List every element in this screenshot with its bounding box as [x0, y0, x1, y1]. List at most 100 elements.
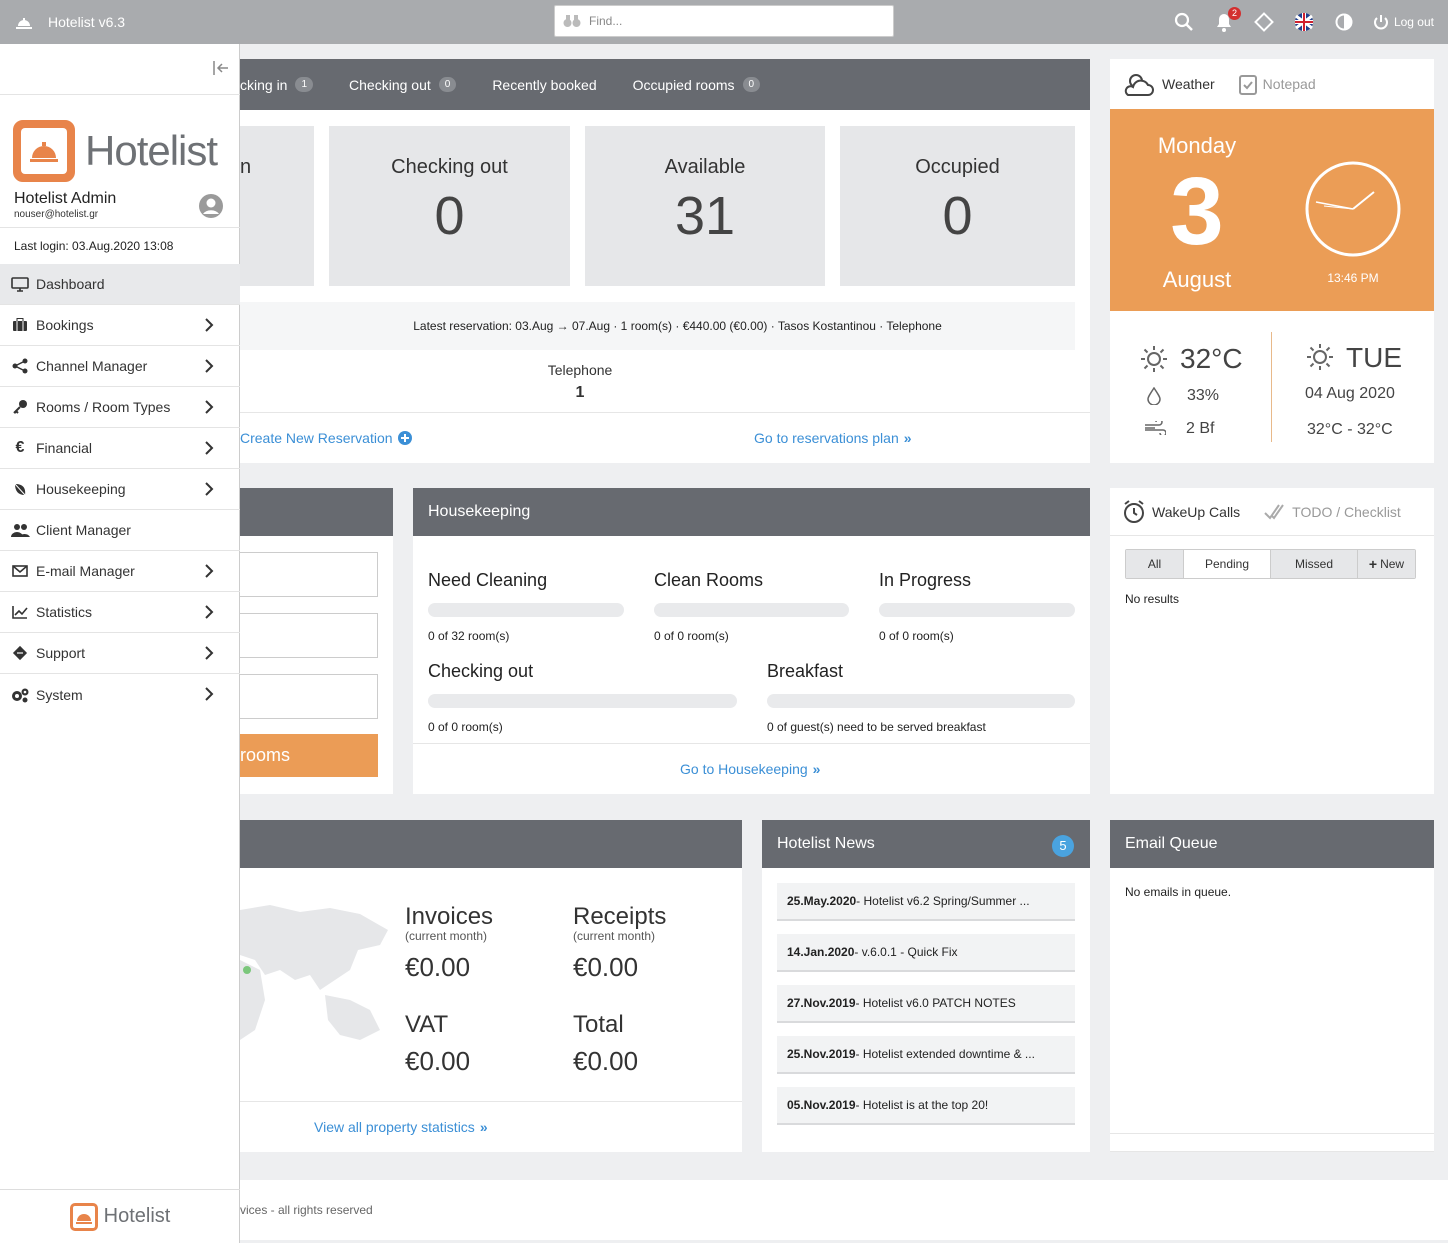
tab-occupied-rooms[interactable]: Occupied rooms 0 [633, 77, 761, 93]
power-icon [1373, 15, 1388, 30]
sidebar-item-bookings[interactable]: Bookings [0, 305, 240, 346]
total-label: Total [573, 1011, 624, 1038]
stat-available[interactable]: Available 31 [585, 126, 825, 286]
ticket-icon[interactable] [1253, 11, 1275, 33]
email-queue-panel [1110, 868, 1434, 1152]
leaf-icon [10, 481, 30, 497]
world-map [240, 905, 388, 1040]
tab-checking-out[interactable]: Checking out 0 [349, 77, 457, 93]
divider [240, 1101, 742, 1102]
filter-all[interactable]: All [1126, 550, 1184, 578]
last-login: Last login: 03.Aug.2020 13:08 [14, 239, 174, 253]
sidebar-item-rooms[interactable]: Rooms / Room Types [0, 387, 240, 428]
quick-booking-input-3[interactable] [240, 674, 378, 719]
tab-wakeup-calls[interactable]: WakeUp Calls [1122, 499, 1240, 524]
sidebar-item-system[interactable]: System [0, 674, 240, 715]
app-title: Hotelist v6.3 [48, 14, 126, 30]
chevron-right-icon [205, 400, 214, 414]
reservations-plan-link[interactable]: Go to reservations plan» [754, 430, 912, 446]
sidebar-item-financial[interactable]: € Financial [0, 428, 240, 469]
tab-weather[interactable]: Weather [1122, 71, 1215, 97]
chevron-right-icon [205, 441, 214, 455]
notifications-bell-icon[interactable]: 2 [1213, 7, 1241, 33]
wind-icon [1145, 421, 1166, 435]
filter-missed[interactable]: Missed [1271, 550, 1358, 578]
wakeup-empty: No results [1125, 592, 1180, 606]
quick-booking-input-1[interactable] [240, 552, 378, 597]
create-reservation-link[interactable]: Create New Reservation [240, 430, 412, 446]
logout-label: Log out [1393, 15, 1434, 29]
clipboard-icon [1238, 75, 1257, 95]
weather-month: August [1162, 267, 1232, 292]
chevron-right-icon [205, 482, 214, 496]
app-brand[interactable]: Hotelist v6.3 [14, 0, 125, 44]
progress-bar [428, 603, 624, 617]
hk-breakfast[interactable]: Breakfast 0 of guest(s) need to be served… [767, 661, 1075, 734]
euro-icon: € [15, 439, 25, 456]
stat-checking-in[interactable]: n [240, 126, 314, 286]
admin-email: nouser@hotelist.gr [14, 209, 99, 220]
search-input[interactable] [589, 14, 869, 28]
sidebar-item-support[interactable]: Support [0, 633, 240, 674]
news-item[interactable]: 25.May.2020 - Hotelist v6.2 Spring/Summe… [777, 883, 1075, 921]
email-queue-title: Email Queue [1125, 835, 1218, 852]
ticket-icon [10, 645, 30, 661]
logo-text: Hotelist [85, 127, 218, 174]
news-item[interactable]: 05.Nov.2019 - Hotelist is at the top 20! [777, 1087, 1075, 1125]
sidebar-item-channel-manager[interactable]: Channel Manager [0, 346, 240, 387]
sidebar-item-dashboard[interactable]: Dashboard [0, 264, 240, 305]
cloud-sun-icon [1124, 74, 1154, 96]
news-item[interactable]: 14.Jan.2020 - v.6.0.1 - Quick Fix [777, 934, 1075, 972]
new-wakeup-button[interactable]: + New [1358, 550, 1415, 578]
sidebar-item-housekeeping[interactable]: Housekeeping [0, 469, 240, 510]
vat-label: VAT [405, 1011, 449, 1038]
news-title: Hotelist News [777, 835, 875, 852]
sidebar-item-statistics[interactable]: Statistics [0, 592, 240, 633]
news-item[interactable]: 27.Nov.2019 - Hotelist v6.0 PATCH NOTES [777, 985, 1075, 1023]
weather-date-panel: Monday 3 August 13:46 PM [1110, 109, 1434, 311]
contrast-toggle-icon[interactable] [1333, 11, 1355, 33]
hk-need-cleaning[interactable]: Need Cleaning 0 of 32 room(s) [428, 570, 624, 643]
go-to-housekeeping-link[interactable]: Go to Housekeeping» [680, 761, 820, 777]
hk-checking-out[interactable]: Checking out 0 of 0 room(s) [428, 661, 737, 734]
quick-booking-input-2[interactable] [240, 613, 378, 658]
copyright-text: vices - all rights reserved [240, 1203, 373, 1217]
top-bar: Hotelist v6.3 2 Log out [0, 0, 1448, 44]
filter-pending[interactable]: Pending [1184, 550, 1271, 578]
wakeup-filter-group: All Pending Missed + New [1125, 549, 1416, 579]
search-icon[interactable] [1173, 11, 1195, 33]
logout-button[interactable]: Log out [1373, 14, 1434, 30]
chevron-right-icon [205, 318, 214, 332]
financial-header [240, 820, 742, 868]
uk-flag-icon[interactable] [1293, 11, 1315, 33]
view-statistics-link[interactable]: View all property statistics» [314, 1119, 488, 1135]
tab-recently-booked[interactable]: Recently booked [492, 77, 596, 93]
latest-reservation[interactable]: Latest reservation: 03.Aug → 07.Aug · 1 … [240, 302, 1075, 350]
sun-icon [1307, 344, 1333, 370]
sidebar-item-email-manager[interactable]: E-mail Manager [0, 551, 240, 592]
weather-day: Monday [1157, 133, 1237, 158]
collapse-sidebar-icon[interactable] [211, 58, 231, 78]
progress-bar [879, 603, 1075, 617]
news-item[interactable]: 25.Nov.2019 - Hotelist extended downtime… [777, 1036, 1075, 1074]
tab-count-badge: 1 [295, 77, 314, 92]
current-temp: 32°C [1180, 343, 1243, 374]
sidebar-item-client-manager[interactable]: Client Manager [0, 510, 240, 551]
hotelist-logo: Hotelist [13, 120, 218, 182]
user-avatar-icon[interactable] [198, 193, 224, 219]
tab-checking-in[interactable]: cking in 1 [240, 77, 314, 93]
housekeeping-title: Housekeeping [428, 503, 531, 520]
humidity: 33% [1187, 387, 1220, 404]
stat-occupied[interactable]: Occupied 0 [840, 126, 1075, 286]
search-rooms-button[interactable]: rooms [240, 734, 378, 777]
tab-todo-checklist[interactable]: TODO / Checklist [1264, 503, 1401, 521]
stat-checking-out[interactable]: Checking out 0 [329, 126, 570, 286]
hk-clean-rooms[interactable]: Clean Rooms 0 of 0 room(s) [654, 570, 849, 643]
hk-in-progress[interactable]: In Progress 0 of 0 room(s) [879, 570, 1075, 643]
tab-notepad[interactable]: Notepad [1238, 73, 1316, 95]
wakeup-tabs: WakeUp Calls TODO / Checklist [1110, 488, 1434, 536]
weather-forecast-panel: 32°C 33% 2 Bf TUE 04 Aug 2020 32°C - 32°… [1110, 311, 1434, 463]
receipts-value: €0.00 [573, 952, 639, 982]
search-box[interactable] [554, 5, 894, 37]
divider [0, 94, 240, 95]
